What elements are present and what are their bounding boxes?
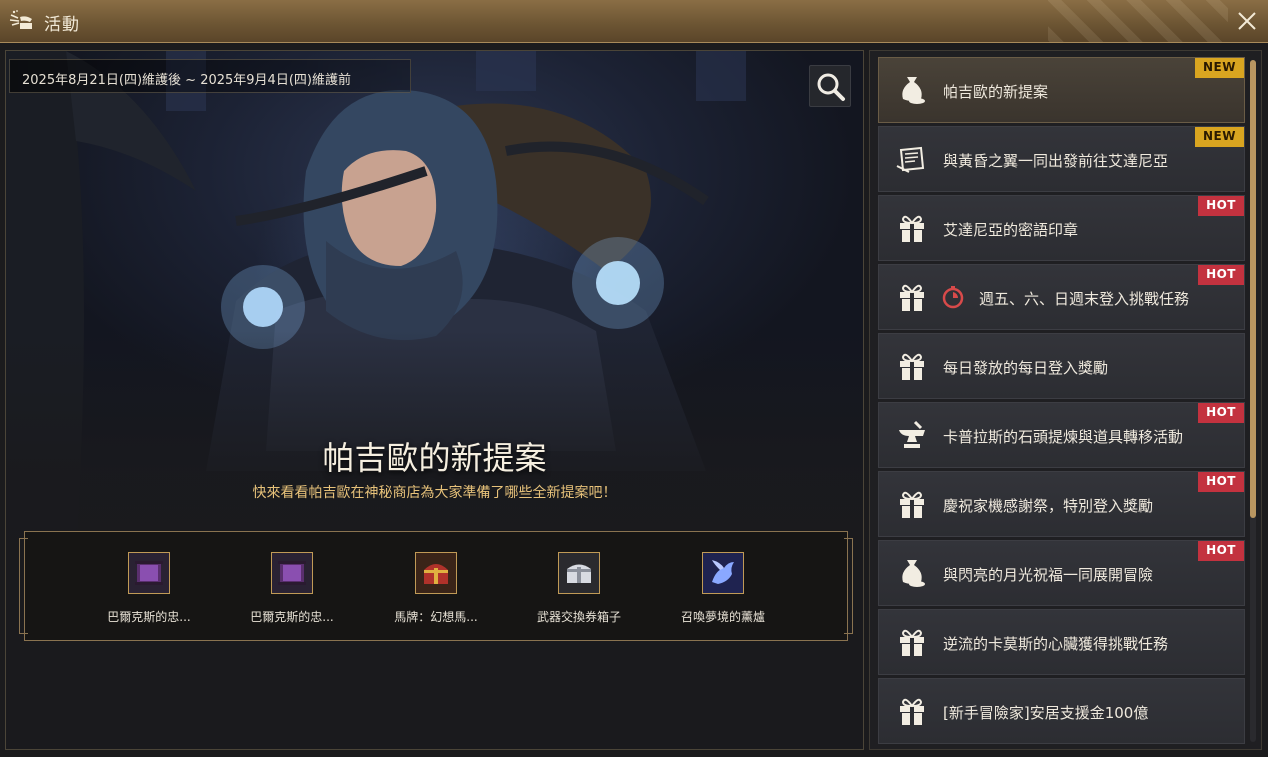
reward-item[interactable]: 馬牌：幻想馬... [366, 552, 506, 625]
gift-icon [900, 284, 924, 311]
event-list: 帕吉歐的新提案 NEW 與黃昏之翼一同出發前往艾達尼亞 NEW 艾達尼亞的密語印… [869, 50, 1262, 750]
event-list-scrollbar[interactable] [1250, 60, 1256, 742]
event-list-item[interactable]: [新手冒險家]安居支援金100億 [878, 678, 1245, 744]
event-list-item-label: [新手冒險家]安居支援金100億 [943, 704, 1149, 722]
event-list-item-label: 每日發放的每日登入獎勵 [943, 359, 1109, 377]
event-banner-image: 2025年8月21日(四)維護後 ~ 2025年9月4日(四)維護前 帕吉歐的新… [6, 51, 863, 551]
scroll-icon [135, 561, 163, 585]
chest-icon [424, 564, 448, 584]
reward-item-slot[interactable] [702, 552, 744, 594]
reward-item-label: 召喚夢境的薰爐 [680, 610, 765, 624]
reward-item-slot[interactable] [271, 552, 313, 594]
window-title: 活動 [44, 15, 80, 35]
close-icon[interactable] [1236, 10, 1258, 32]
hot-badge: HOT [1198, 196, 1244, 216]
new-badge: NEW [1195, 127, 1244, 147]
gift-icon [900, 698, 924, 725]
scroll-icon [278, 561, 306, 585]
event-list-item[interactable]: 逆流的卡莫斯的心臟獲得挑戰任務 [878, 609, 1245, 675]
reward-item-label: 武器交換券箱子 [536, 610, 621, 624]
search-icon [817, 73, 845, 101]
title-bar: 活動 [0, 0, 1268, 43]
hot-badge: HOT [1198, 403, 1244, 423]
event-list-item[interactable]: 每日發放的每日登入獎勵 [878, 333, 1245, 399]
reward-item-slot[interactable] [415, 552, 457, 594]
scrollbar-thumb[interactable] [1250, 60, 1256, 518]
event-list-item-label: 卡普拉斯的石頭提煉與道具轉移活動 [943, 428, 1184, 446]
event-list-item-label: 週五、六、日週末登入挑戰任務 [979, 290, 1190, 308]
reward-item-slot[interactable] [558, 552, 600, 594]
event-list-item[interactable]: 與閃亮的月光祝福一同展開冒險 HOT [878, 540, 1245, 606]
event-list-item[interactable]: 卡普拉斯的石頭提煉與道具轉移活動 HOT [878, 402, 1245, 468]
event-list-item-label: 逆流的卡莫斯的心臟獲得挑戰任務 [943, 635, 1169, 653]
reward-item[interactable]: 召喚夢境的薰爐 [653, 552, 793, 625]
new-badge: NEW [1195, 58, 1244, 78]
event-title: 帕吉歐的新提案 [322, 439, 547, 477]
reward-item-label: 馬牌：幻想馬... [394, 610, 478, 624]
reward-item-slot[interactable] [128, 552, 170, 594]
reward-item-label: 巴爾克斯的忠... [107, 610, 191, 624]
event-list-item-label: 艾達尼亞的密語印章 [943, 221, 1079, 239]
event-list-item-label: 帕吉歐的新提案 [943, 83, 1049, 101]
reward-item[interactable]: 巴爾克斯的忠... [222, 552, 362, 625]
money-bag-icon [902, 560, 925, 587]
money-bag-icon [902, 77, 925, 104]
box-icon [567, 564, 591, 583]
event-detail-panel: 2025年8月21日(四)維護後 ~ 2025年9月4日(四)維護前 帕吉歐的新… [5, 50, 864, 750]
timer-icon [942, 286, 964, 309]
event-subtitle: 快來看看帕吉歐在神秘商店為大家準備了哪些全新提案吧！ [252, 485, 617, 501]
event-list-item-label: 與閃亮的月光祝福一同展開冒險 [943, 566, 1154, 584]
title-bar-decoration [1048, 0, 1228, 42]
event-list-item-label: 與黃昏之翼一同出發前往艾達尼亞 [943, 152, 1169, 170]
anvil-icon [899, 420, 925, 448]
reward-strip: 巴爾克斯的忠... 巴爾克斯的忠... 馬牌：幻想馬... 武器交換券箱子 召喚… [19, 531, 853, 641]
gift-icon [900, 491, 924, 518]
gift-icon [900, 215, 924, 242]
hot-badge: HOT [1198, 541, 1244, 561]
event-icon [9, 10, 32, 29]
hot-badge: HOT [1198, 472, 1244, 492]
hot-badge: HOT [1198, 265, 1244, 285]
event-list-item-label: 慶祝家機感謝祭，特別登入獎勵 [943, 497, 1154, 515]
reward-item[interactable]: 巴爾克斯的忠... [79, 552, 219, 625]
dragon-icon [712, 560, 734, 584]
event-list-item[interactable]: 慶祝家機感謝祭，特別登入獎勵 HOT [878, 471, 1245, 537]
gift-icon [900, 353, 924, 380]
letter-icon [896, 146, 925, 173]
event-date-range: 2025年8月21日(四)維護後 ~ 2025年9月4日(四)維護前 [9, 59, 411, 93]
event-list-item[interactable]: 艾達尼亞的密語印章 HOT [878, 195, 1245, 261]
gift-icon [900, 629, 924, 656]
reward-item-label: 巴爾克斯的忠... [250, 610, 334, 624]
event-list-item[interactable]: 週五、六、日週末登入挑戰任務 HOT [878, 264, 1245, 330]
zoom-button[interactable] [809, 65, 851, 107]
event-list-item[interactable]: 與黃昏之翼一同出發前往艾達尼亞 NEW [878, 126, 1245, 192]
reward-item[interactable]: 武器交換券箱子 [509, 552, 649, 625]
event-list-item[interactable]: 帕吉歐的新提案 NEW [878, 57, 1245, 123]
